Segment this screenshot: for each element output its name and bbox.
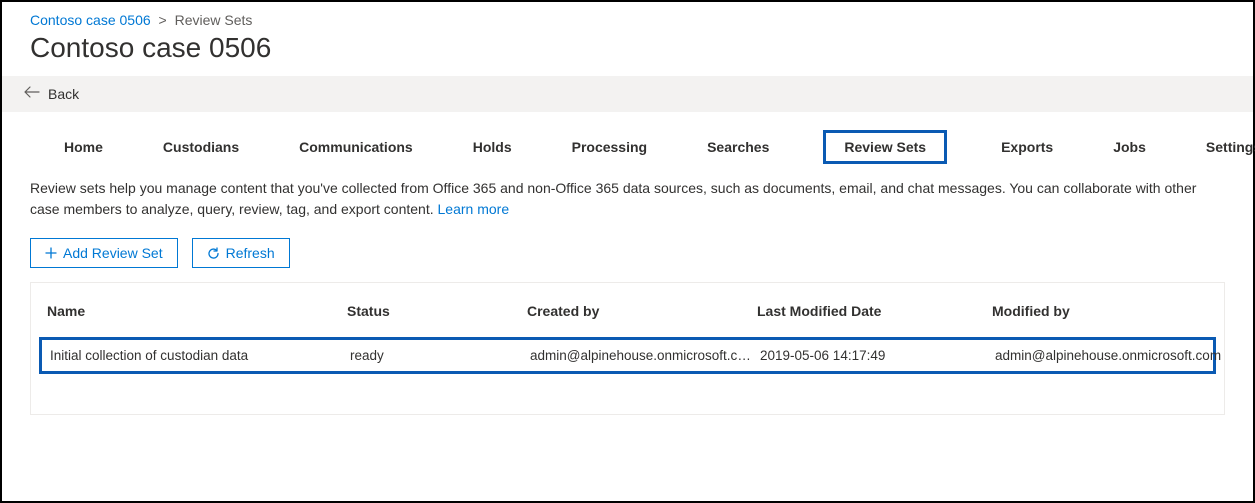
breadcrumb-separator: > (159, 12, 167, 28)
tab-jobs[interactable]: Jobs (1107, 135, 1152, 159)
page-title: Contoso case 0506 (2, 32, 1253, 76)
tab-review-sets[interactable]: Review Sets (823, 130, 947, 164)
table-row[interactable]: Initial collection of custodian data rea… (39, 337, 1216, 374)
refresh-icon (207, 247, 220, 260)
tab-settings[interactable]: Settings (1200, 135, 1255, 159)
table-header-row: Name Status Created by Last Modified Dat… (39, 295, 1216, 337)
cell-created-by: admin@alpinehouse.onmicrosoft.com (526, 346, 756, 365)
back-arrow-icon (24, 86, 40, 102)
cell-name: Initial collection of custodian data (46, 346, 346, 365)
col-created-by[interactable]: Created by (523, 301, 753, 321)
add-review-set-label: Add Review Set (63, 245, 163, 261)
learn-more-link[interactable]: Learn more (438, 201, 510, 217)
tab-exports[interactable]: Exports (995, 135, 1059, 159)
col-modified-by[interactable]: Modified by (988, 301, 1228, 321)
tab-home[interactable]: Home (58, 135, 109, 159)
tab-holds[interactable]: Holds (467, 135, 518, 159)
col-status[interactable]: Status (343, 301, 523, 321)
tab-bar: Home Custodians Communications Holds Pro… (2, 112, 1253, 174)
back-bar[interactable]: Back (2, 76, 1253, 112)
tab-communications[interactable]: Communications (293, 135, 419, 159)
plus-icon (45, 247, 57, 259)
description-block: Review sets help you manage content that… (2, 174, 1253, 230)
refresh-button[interactable]: Refresh (192, 238, 290, 268)
breadcrumb-parent-link[interactable]: Contoso case 0506 (30, 12, 151, 28)
breadcrumb: Contoso case 0506 > Review Sets (2, 2, 1253, 32)
col-name[interactable]: Name (43, 301, 343, 321)
cell-status: ready (346, 346, 526, 365)
col-last-modified[interactable]: Last Modified Date (753, 301, 988, 321)
description-text: Review sets help you manage content that… (30, 180, 1196, 217)
tab-processing[interactable]: Processing (566, 135, 653, 159)
tab-custodians[interactable]: Custodians (157, 135, 245, 159)
cell-modified-by: admin@alpinehouse.onmicrosoft.com (991, 346, 1231, 365)
tab-searches[interactable]: Searches (701, 135, 775, 159)
breadcrumb-current: Review Sets (175, 12, 253, 28)
back-label: Back (48, 86, 79, 102)
refresh-label: Refresh (226, 245, 275, 261)
review-sets-table: Name Status Created by Last Modified Dat… (30, 282, 1225, 415)
add-review-set-button[interactable]: Add Review Set (30, 238, 178, 268)
action-bar: Add Review Set Refresh (2, 230, 1253, 282)
cell-last-modified: 2019-05-06 14:17:49 (756, 346, 991, 365)
